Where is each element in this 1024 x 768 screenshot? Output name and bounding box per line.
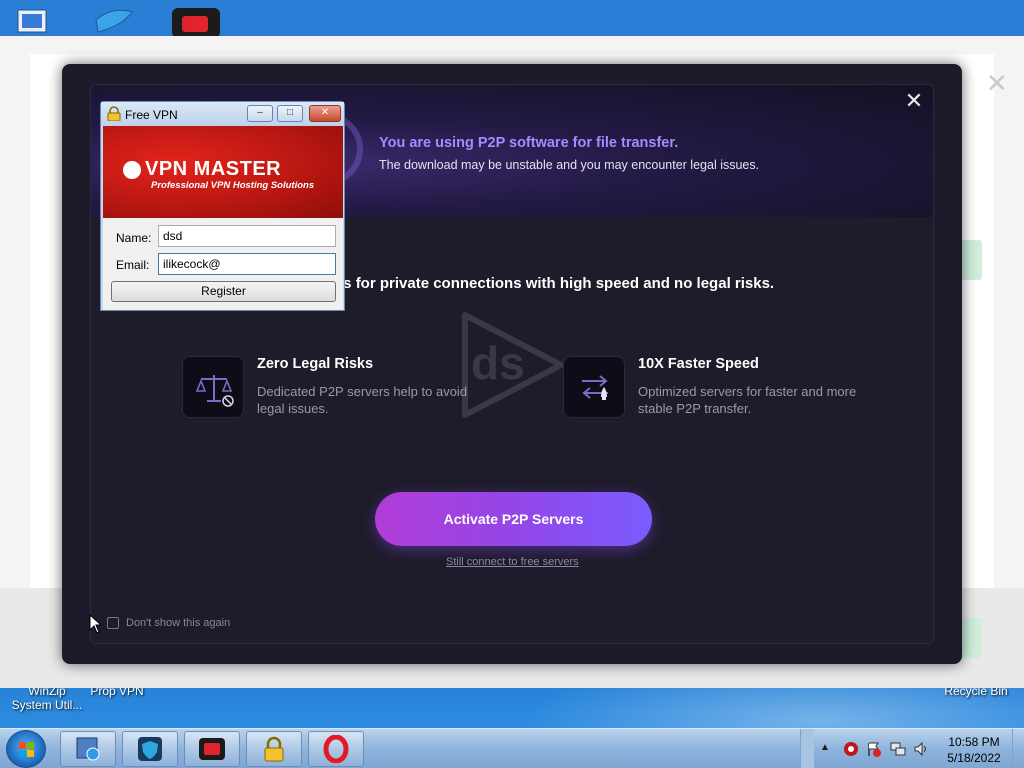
action-center-flag-icon[interactable] — [866, 741, 882, 757]
header-subtitle: The download may be unstable and you may… — [379, 158, 760, 172]
padlock-icon — [264, 736, 284, 762]
taskbar-scroll[interactable] — [800, 729, 814, 768]
volume-icon[interactable] — [913, 741, 929, 757]
vpn-master-logo-icon — [123, 161, 141, 179]
svg-text:ds: ds — [471, 337, 525, 389]
free-vpn-window: Free VPN – □ ✕ VPN MASTER Professional V… — [100, 101, 345, 311]
vpn-master-banner: VPN MASTER Professional VPN Hosting Solu… — [103, 126, 343, 218]
start-button[interactable] — [6, 730, 46, 768]
header-title: You are using P2P software for file tran… — [379, 135, 679, 151]
dont-show-label: Don't show this again — [126, 617, 231, 629]
feature-title-legal: Zero Legal Risks — [257, 356, 374, 372]
ds-watermark-icon: ds — [462, 312, 564, 418]
mouse-cursor-icon — [89, 614, 101, 634]
name-field[interactable] — [158, 225, 336, 247]
register-button[interactable]: Register — [111, 281, 336, 302]
feature-desc-speed: Optimized servers for faster and more st… — [638, 383, 856, 417]
feature-desc-legal-line1: Dedicated P2P servers help to avoid — [257, 384, 468, 399]
feature-desc-legal-line2: legal issues. — [257, 401, 329, 416]
show-desktop-button[interactable] — [1012, 729, 1024, 768]
vpn-window-title: Free VPN — [125, 108, 178, 122]
free-servers-link[interactable]: Still connect to free servers — [446, 556, 579, 568]
vpn-tagline: Professional VPN Hosting Solutions — [151, 180, 315, 191]
vpn-register-form: Name: Email: Register — [103, 218, 343, 310]
background-close-icon[interactable]: ✕ — [986, 68, 1008, 99]
maximize-button[interactable]: □ — [277, 105, 303, 122]
feature-desc-legal: Dedicated P2P servers help to avoid lega… — [257, 383, 467, 417]
activate-p2p-button[interactable]: Activate P2P Servers — [375, 492, 652, 546]
feature-desc-speed-line1: Optimized servers for faster and more — [638, 384, 857, 399]
feature-desc-speed-line2: stable P2P transfer. — [638, 401, 752, 416]
opera-icon — [323, 735, 349, 763]
taskbar-vpn-shield-button[interactable] — [122, 731, 178, 767]
taskbar-system-utility-button[interactable] — [60, 731, 116, 767]
clock-time[interactable]: 10:58 PM — [944, 735, 1004, 749]
dont-show-checkbox[interactable] — [107, 617, 119, 629]
dont-show-again-option[interactable]: Don't show this again — [107, 617, 230, 629]
dialog-headline: ers for private connections with high sp… — [329, 275, 775, 292]
windows-logo-icon — [19, 742, 34, 757]
name-label: Name: — [116, 231, 152, 245]
vpn-brand: VPN MASTER — [145, 158, 282, 180]
close-icon[interactable]: ✕ — [903, 90, 925, 113]
recorder-tray-icon[interactable] — [843, 741, 859, 757]
taskbar-screen-recorder-button[interactable] — [184, 731, 240, 767]
system-utility-icon — [76, 737, 100, 761]
close-button[interactable]: ✕ — [309, 105, 341, 122]
feature-title-speed: 10X Faster Speed — [638, 356, 759, 372]
email-label: Email: — [116, 258, 150, 272]
winzip-label-line2: System Util... — [11, 698, 83, 712]
clock-date[interactable]: 5/18/2022 — [944, 751, 1004, 765]
minimize-button[interactable]: – — [247, 105, 273, 122]
screen-recorder-icon — [199, 738, 225, 760]
rocket-swap-icon — [563, 356, 625, 418]
email-field[interactable] — [158, 253, 336, 275]
taskbar: ▲ 10:58 PM 5/18/2022 — [0, 728, 1024, 768]
show-hidden-icons-icon[interactable]: ▲ — [820, 742, 836, 758]
taskbar-free-vpn-button[interactable] — [246, 731, 302, 767]
network-icon[interactable] — [890, 741, 906, 757]
winzip-desktop-label[interactable]: WinZip System Util... — [4, 684, 90, 712]
taskbar-opera-button[interactable] — [308, 731, 364, 767]
shield-icon — [138, 737, 162, 761]
lock-icon — [107, 106, 121, 121]
scale-icon — [182, 356, 244, 418]
vpn-titlebar[interactable]: Free VPN – □ ✕ — [101, 102, 344, 126]
